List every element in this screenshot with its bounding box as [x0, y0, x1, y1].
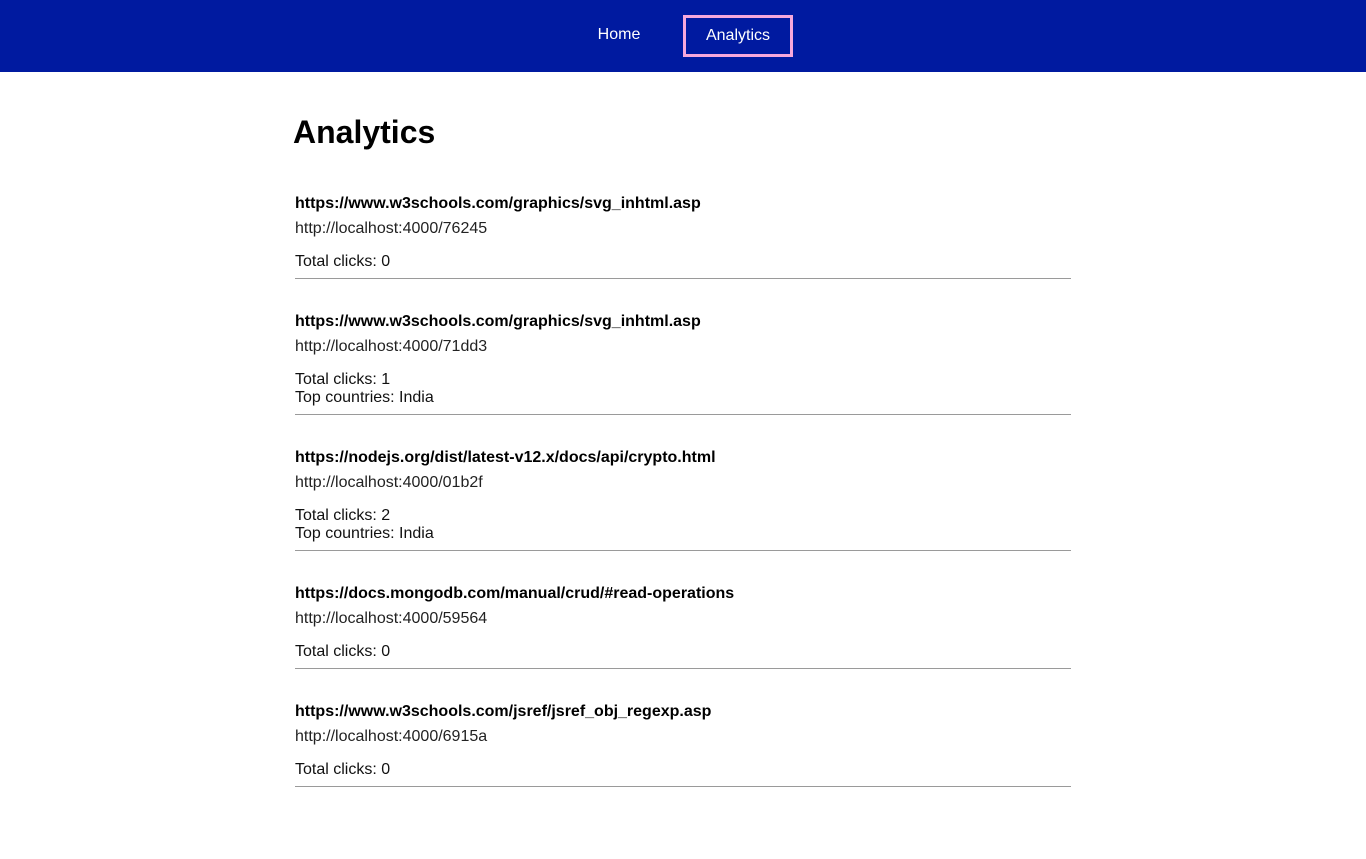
- total-clicks: Total clicks: 0: [295, 253, 391, 270]
- long-url-link[interactable]: https://www.w3schools.com/graphics/svg_i…: [295, 310, 1071, 334]
- item-stats: Total clicks: 0: [295, 253, 1071, 278]
- item-stats: Total clicks: 1 Top countries: India: [295, 371, 1071, 414]
- long-url-link[interactable]: https://www.w3schools.com/graphics/svg_i…: [295, 192, 1071, 216]
- item-stats: Total clicks: 2 Top countries: India: [295, 507, 1071, 550]
- nav-analytics-link[interactable]: Analytics: [683, 15, 793, 57]
- short-url-link[interactable]: http://localhost:4000/76245: [295, 217, 1071, 241]
- list-item: https://www.w3schools.com/graphics/svg_i…: [295, 192, 1071, 279]
- top-countries: Top countries: India: [295, 389, 434, 406]
- item-stats: Total clicks: 0: [295, 761, 1071, 786]
- long-url-link[interactable]: https://nodejs.org/dist/latest-v12.x/doc…: [295, 446, 1071, 470]
- total-clicks: Total clicks: 0: [295, 761, 391, 778]
- list-item: https://www.w3schools.com/jsref/jsref_ob…: [295, 700, 1071, 787]
- analytics-list: https://www.w3schools.com/graphics/svg_i…: [295, 192, 1071, 787]
- long-url-link[interactable]: https://www.w3schools.com/jsref/jsref_ob…: [295, 700, 1071, 724]
- list-item: https://www.w3schools.com/graphics/svg_i…: [295, 310, 1071, 415]
- short-url-link[interactable]: http://localhost:4000/71dd3: [295, 335, 1071, 359]
- page-title: Analytics: [293, 114, 436, 150]
- nav-home-link[interactable]: Home: [579, 15, 659, 57]
- top-navbar: Home Analytics: [0, 0, 1366, 72]
- top-countries: Top countries: India: [295, 525, 434, 542]
- short-url-link[interactable]: http://localhost:4000/59564: [295, 607, 1071, 631]
- short-url-link[interactable]: http://localhost:4000/6915a: [295, 725, 1071, 749]
- list-item: https://nodejs.org/dist/latest-v12.x/doc…: [295, 446, 1071, 551]
- list-item: https://docs.mongodb.com/manual/crud/#re…: [295, 582, 1071, 669]
- item-stats: Total clicks: 0: [295, 643, 1071, 668]
- short-url-link[interactable]: http://localhost:4000/01b2f: [295, 471, 1071, 495]
- long-url-link[interactable]: https://docs.mongodb.com/manual/crud/#re…: [295, 582, 1071, 606]
- total-clicks: Total clicks: 0: [295, 643, 391, 660]
- total-clicks: Total clicks: 1: [295, 371, 391, 388]
- total-clicks: Total clicks: 2: [295, 507, 391, 524]
